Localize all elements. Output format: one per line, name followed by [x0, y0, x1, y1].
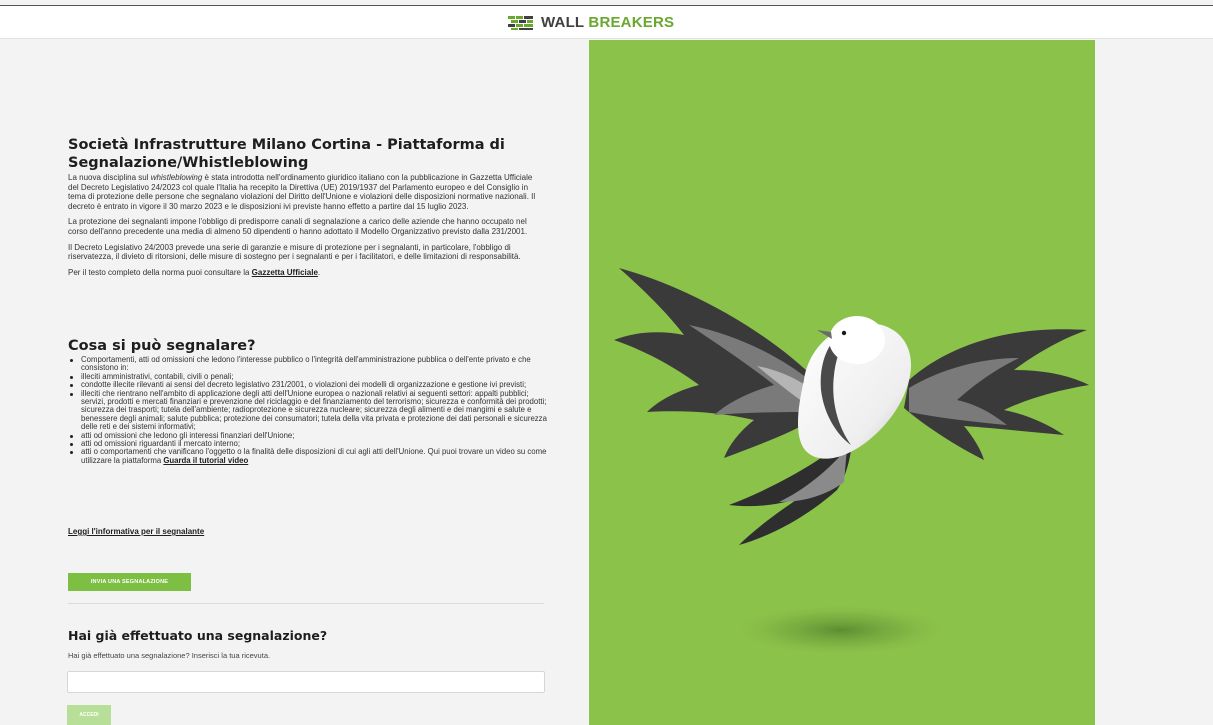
gazzetta-ufficiale-link[interactable]: Gazzetta Ufficiale [252, 268, 318, 277]
receipt-input[interactable] [67, 671, 545, 693]
intro-paragraph-1: La nuova disciplina sul whistleblowing è… [68, 173, 544, 211]
brand-name-breakers: BREAKERS [588, 14, 675, 31]
para1-emphasis: whistleblowing [150, 173, 203, 182]
intro-paragraph-4: Per il testo completo della norma puoi c… [68, 268, 544, 278]
access-button[interactable]: ACCEDI [67, 705, 111, 725]
section-divider [68, 603, 544, 604]
informativa-link[interactable]: Leggi l'informativa per il segnalante [68, 527, 204, 536]
submit-report-button[interactable]: INVIA UNA SEGNALAZIONE [68, 573, 191, 591]
already-reported-heading: Hai già effettuato una segnalazione? [68, 628, 328, 643]
tutorial-video-link[interactable]: Guarda il tutorial video [163, 456, 248, 465]
what-to-report-heading: Cosa si può segnalare? [68, 338, 256, 354]
intro-paragraph-2: La protezione dei segnalanti impone l'ob… [68, 217, 528, 236]
brand-logo[interactable]: WALL BREAKERS [508, 14, 674, 32]
intro-text: La nuova disciplina sul whistleblowing è… [68, 173, 544, 283]
para1-prefix: La nuova disciplina sul [68, 173, 151, 182]
brand-name-wall: WALL [541, 14, 585, 31]
reportable-list: Comportamenti, atti od omissioni che led… [68, 355, 550, 465]
list-item: atti o comportamenti che vanificano l'og… [68, 448, 550, 465]
last-item-text: atti o comportamenti che vanificano l'og… [81, 447, 547, 465]
wall-breakers-logo-icon [508, 16, 533, 30]
para4-prefix: Per il testo completo della norma puoi c… [68, 267, 252, 277]
flying-bird-illustration [614, 268, 1089, 656]
illustration-panel [589, 40, 1095, 725]
intro-paragraph-3: Il Decreto Legislativo 24/2003 prevede u… [68, 242, 521, 262]
header-bar: WALL BREAKERS [0, 6, 1213, 39]
list-item: illeciti che rientrano nell'ambito di ap… [68, 389, 550, 432]
list-item: Comportamenti, atti od omissioni che led… [68, 355, 550, 373]
para4-suffix: . [317, 267, 321, 277]
already-reported-subtitle: Hai già effettuato una segnalazione? Ins… [68, 651, 271, 660]
page-title: Società Infrastrutture Milano Cortina - … [68, 137, 505, 171]
